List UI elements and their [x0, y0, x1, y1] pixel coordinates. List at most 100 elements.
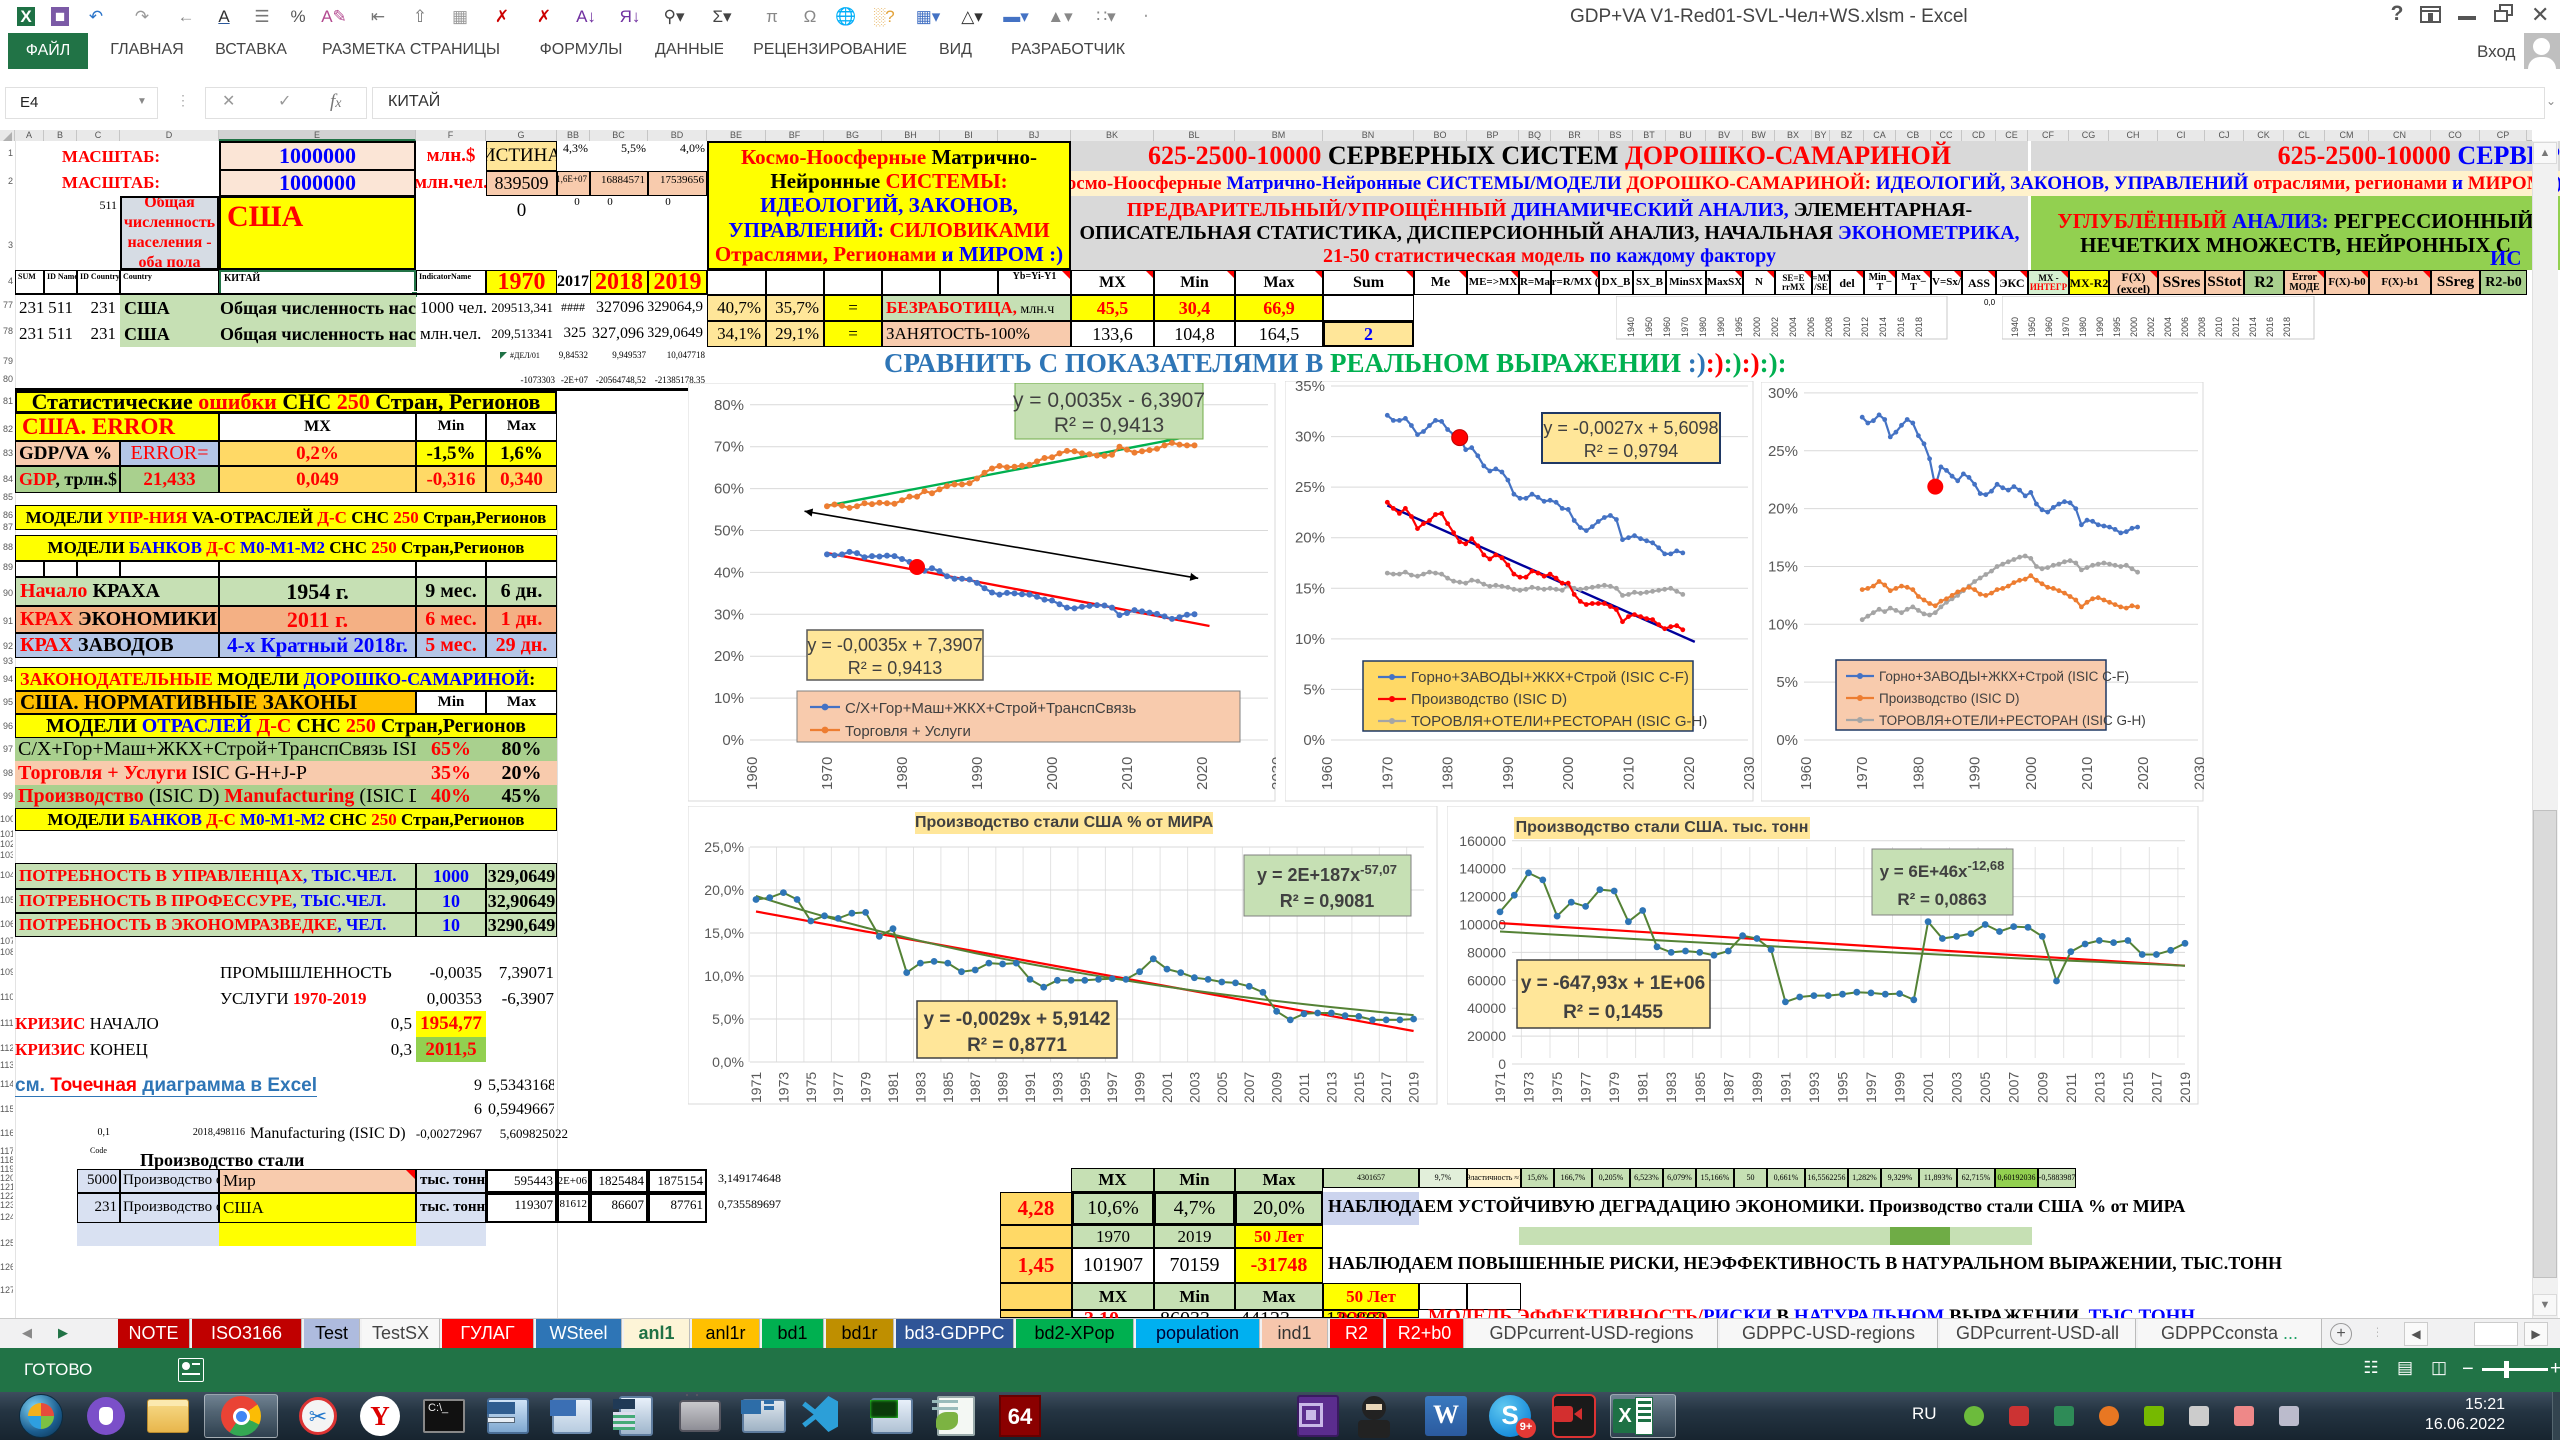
svg-text:1960: 1960: [2044, 317, 2054, 337]
svg-text:1950: 1950: [2027, 317, 2037, 337]
svg-text:0: 0: [1498, 1056, 1506, 1072]
svg-text:10,0%: 10,0%: [704, 968, 744, 984]
svg-text:1997: 1997: [1104, 1072, 1120, 1103]
svg-text:1993: 1993: [1049, 1072, 1065, 1103]
svg-text:1981: 1981: [885, 1072, 901, 1103]
svg-text:2020: 2020: [1194, 757, 1211, 790]
svg-text:30%: 30%: [1768, 385, 1798, 402]
svg-text:15,0%: 15,0%: [704, 925, 744, 941]
svg-text:20%: 20%: [1768, 501, 1798, 518]
svg-text:0%: 0%: [1776, 732, 1798, 749]
svg-text:2012: 2012: [2231, 317, 2241, 337]
svg-text:1999: 1999: [1892, 1072, 1908, 1103]
svg-text:40%: 40%: [714, 564, 744, 581]
svg-text:1995: 1995: [1734, 317, 1744, 337]
svg-text:1995: 1995: [1077, 1072, 1093, 1103]
svg-text:1960: 1960: [1319, 757, 1336, 790]
svg-text:1981: 1981: [1635, 1072, 1651, 1103]
svg-text:2020: 2020: [2135, 757, 2152, 790]
svg-text:20%: 20%: [1295, 530, 1325, 547]
svg-text:1991: 1991: [1777, 1072, 1793, 1103]
svg-text:25%: 25%: [1295, 479, 1325, 496]
svg-text:1950: 1950: [1644, 317, 1654, 337]
svg-text:ТОРОВЛЯ+ОТЕЛИ+РЕСТОРАН (ISIC G: ТОРОВЛЯ+ОТЕЛИ+РЕСТОРАН (ISIC G-H): [1411, 713, 1707, 730]
svg-text:0,0%: 0,0%: [712, 1054, 744, 1070]
svg-text:Производство (ISIC D): Производство (ISIC D): [1879, 691, 2020, 706]
svg-text:80%: 80%: [714, 397, 744, 414]
svg-text:y = -647,93x + 1E+06: y = -647,93x + 1E+06: [1521, 973, 1705, 994]
svg-text:1970: 1970: [1680, 317, 1690, 337]
svg-text:80000: 80000: [1467, 944, 1506, 960]
svg-text:1975: 1975: [1549, 1072, 1565, 1103]
svg-text:1973: 1973: [1521, 1072, 1537, 1103]
svg-text:Горно+ЗАВОДЫ+ЖКХ+Строй (ISIC C: Горно+ЗАВОДЫ+ЖКХ+Строй (ISIC C-F): [1411, 669, 1689, 686]
svg-text:2001: 2001: [1159, 1072, 1175, 1103]
svg-text:Производство (ISIC D): Производство (ISIC D): [1411, 691, 1567, 708]
svg-text:1980: 1980: [894, 757, 911, 790]
svg-text:1995: 1995: [2112, 317, 2122, 337]
svg-text:10%: 10%: [714, 690, 744, 707]
svg-text:y = -0,0029x + 5,9142: y = -0,0029x + 5,9142: [924, 1009, 1111, 1030]
svg-text:1940: 1940: [1626, 317, 1636, 337]
svg-text:160000: 160000: [1459, 833, 1506, 849]
svg-text:0%: 0%: [722, 732, 744, 749]
svg-text:5%: 5%: [1303, 681, 1325, 698]
svg-text:1977: 1977: [1578, 1072, 1594, 1103]
svg-text:1993: 1993: [1806, 1072, 1822, 1103]
svg-text:1989: 1989: [1749, 1072, 1765, 1103]
svg-text:5%: 5%: [1776, 674, 1798, 691]
svg-text:2010: 2010: [1119, 757, 1136, 790]
svg-text:2004: 2004: [2163, 317, 2173, 337]
svg-text:30%: 30%: [714, 606, 744, 623]
svg-text:1991: 1991: [1022, 1072, 1038, 1103]
svg-text:15%: 15%: [1768, 559, 1798, 576]
svg-text:2020: 2020: [1681, 757, 1698, 790]
svg-text:2000: 2000: [1044, 757, 1061, 790]
svg-text:20%: 20%: [714, 648, 744, 665]
svg-text:20000: 20000: [1467, 1028, 1506, 1044]
svg-text:1997: 1997: [1863, 1072, 1879, 1103]
svg-text:1980: 1980: [2078, 317, 2088, 337]
svg-text:2013: 2013: [1323, 1072, 1339, 1103]
svg-text:50%: 50%: [714, 523, 744, 540]
svg-text:1970: 1970: [2061, 317, 2071, 337]
svg-text:60%: 60%: [714, 481, 744, 498]
svg-text:2000: 2000: [1752, 317, 1762, 337]
svg-text:2030: 2030: [1269, 757, 1276, 790]
svg-text:1990: 1990: [1716, 317, 1726, 337]
svg-text:2015: 2015: [2120, 1072, 2136, 1103]
svg-text:1980: 1980: [1698, 317, 1708, 337]
svg-text:1985: 1985: [1692, 1072, 1708, 1103]
svg-text:1999: 1999: [1132, 1072, 1148, 1103]
svg-text:1977: 1977: [830, 1072, 846, 1103]
svg-text:30%: 30%: [1295, 429, 1325, 446]
svg-text:R² = 0,9413: R² = 0,9413: [848, 658, 943, 678]
svg-text:R² = 0,9081: R² = 0,9081: [1280, 891, 1375, 911]
svg-text:2006: 2006: [1806, 317, 1816, 337]
svg-text:2005: 2005: [1214, 1072, 1230, 1103]
svg-text:1979: 1979: [1606, 1072, 1622, 1103]
svg-text:2030: 2030: [1741, 757, 1754, 790]
svg-text:2002: 2002: [2146, 317, 2156, 337]
svg-text:1980: 1980: [1440, 757, 1457, 790]
svg-text:y = -0,0027x + 5,6098: y = -0,0027x + 5,6098: [1543, 418, 1718, 438]
svg-text:2019: 2019: [1406, 1072, 1422, 1103]
svg-text:С/Х+Гор+Маш+ЖКХ+Строй+ТранспСв: С/Х+Гор+Маш+ЖКХ+Строй+ТранспСвязь: [845, 700, 1137, 717]
svg-text:2003: 2003: [1186, 1072, 1202, 1103]
svg-text:2016: 2016: [1896, 317, 1906, 337]
svg-text:140000: 140000: [1459, 861, 1506, 877]
svg-text:2010: 2010: [1621, 757, 1638, 790]
svg-text:1973: 1973: [775, 1072, 791, 1103]
svg-text:2017: 2017: [2148, 1072, 2164, 1103]
svg-text:1971: 1971: [1492, 1072, 1508, 1103]
svg-text:1970: 1970: [1379, 757, 1396, 790]
svg-text:2009: 2009: [2034, 1072, 2050, 1103]
svg-text:2001: 2001: [1920, 1072, 1936, 1103]
svg-text:1970: 1970: [1854, 757, 1871, 790]
svg-text:2008: 2008: [1824, 317, 1834, 337]
svg-text:1940: 1940: [2010, 317, 2020, 337]
svg-text:R² = 0,9413: R² = 0,9413: [1054, 414, 1164, 437]
svg-text:2015: 2015: [1351, 1072, 1367, 1103]
svg-text:2010: 2010: [1842, 317, 1852, 337]
svg-text:60000: 60000: [1467, 972, 1506, 988]
